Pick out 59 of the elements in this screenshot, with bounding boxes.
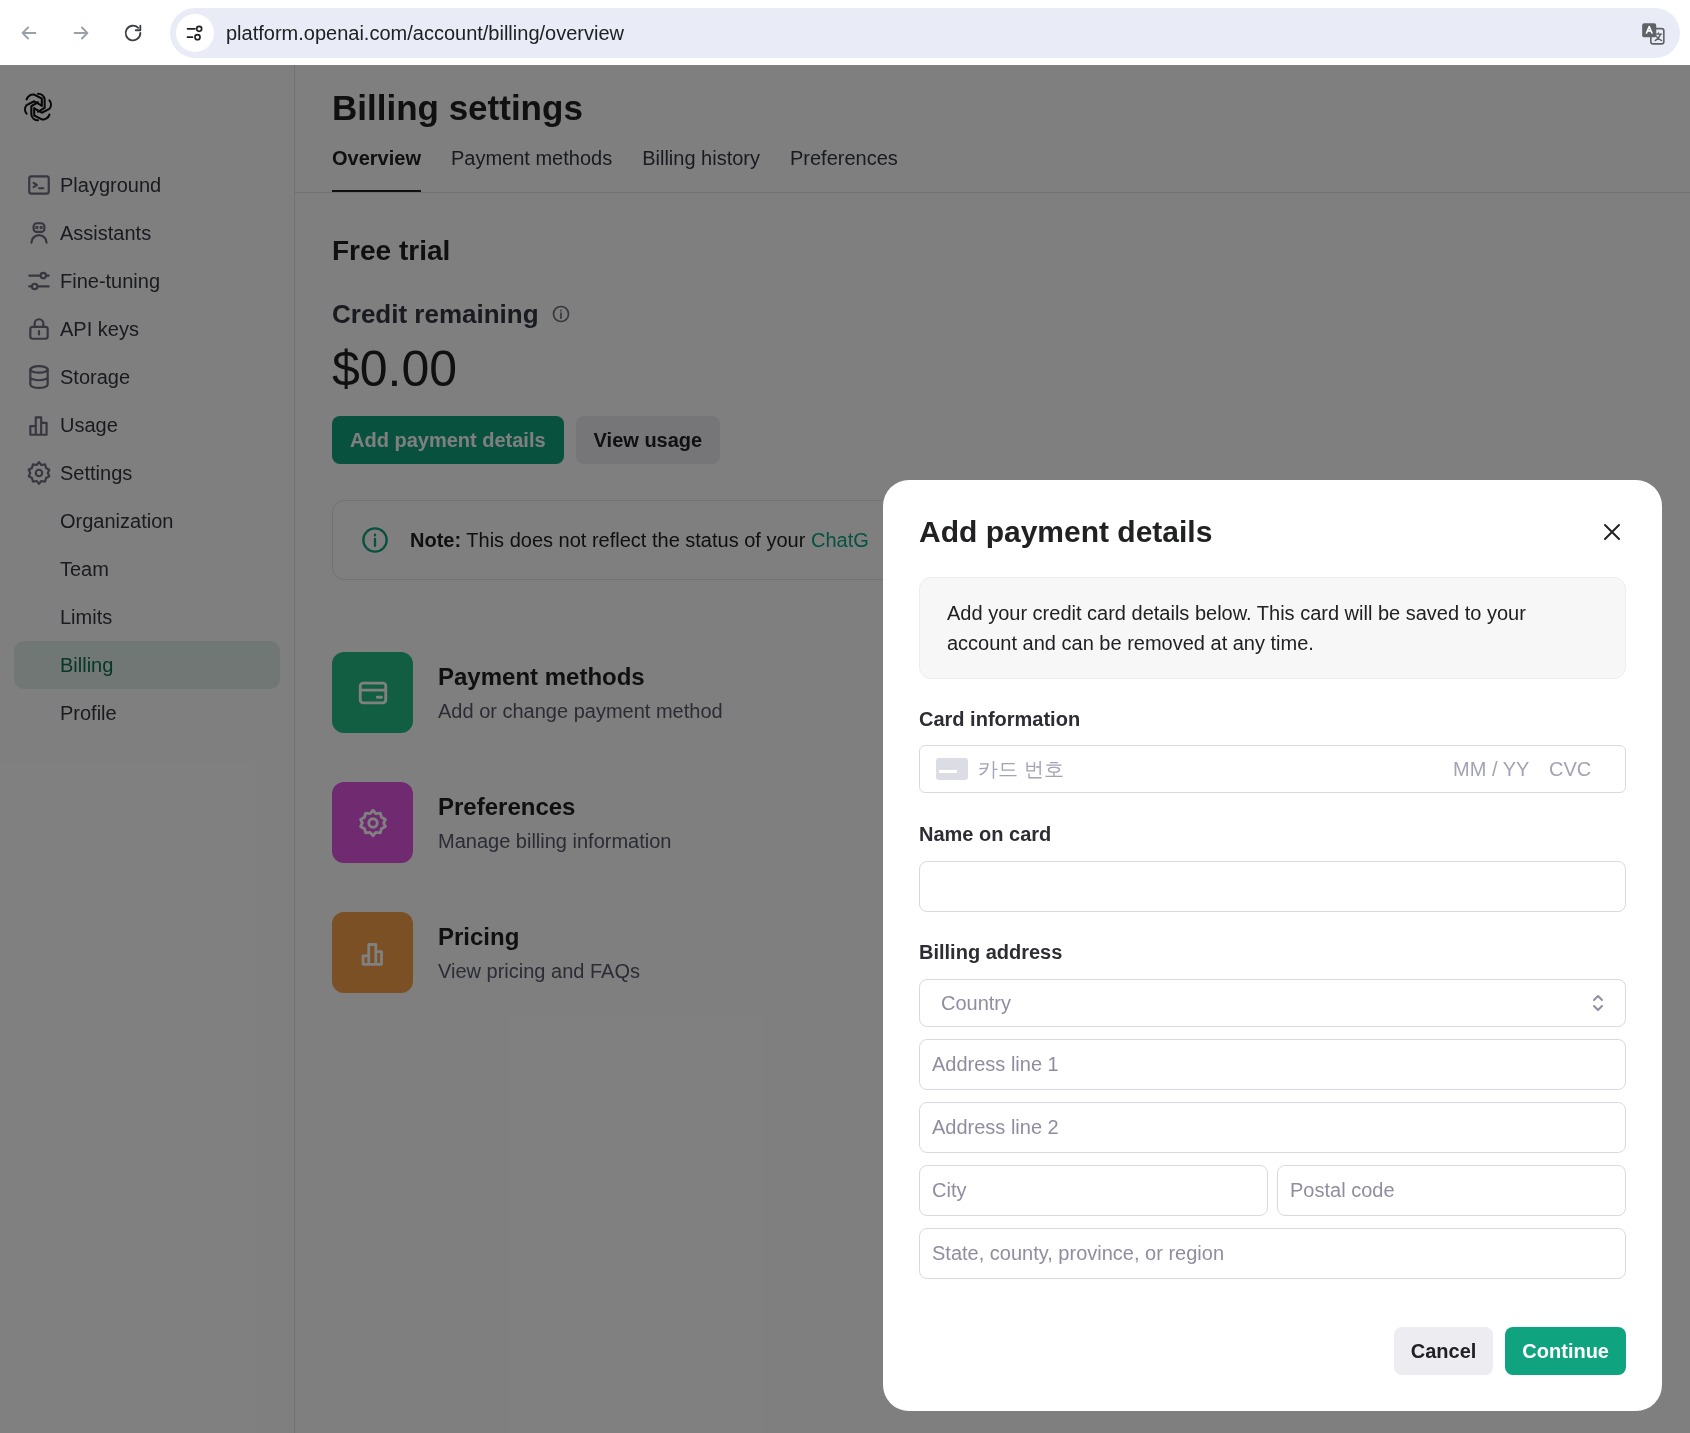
add-payment-button[interactable]: Add payment details: [332, 416, 564, 464]
terminal-icon: [26, 172, 52, 198]
card-title[interactable]: Payment methods: [438, 660, 723, 693]
info-icon: [361, 526, 389, 554]
section-heading: Free trial: [332, 234, 451, 268]
sidebar-item[interactable]: Organization: [14, 497, 280, 545]
info-icon: [550, 304, 571, 324]
card-subtitle: Manage billing information: [438, 828, 672, 854]
tab[interactable]: Preferences: [790, 136, 898, 192]
sidebar-item[interactable]: Billing: [14, 641, 280, 689]
address-input[interactable]: Address line 1: [919, 1039, 1626, 1090]
city-input[interactable]: City: [919, 1165, 1268, 1216]
lock-icon: [26, 316, 52, 342]
name-input[interactable]: [919, 861, 1626, 912]
note-text: Note: This does not reflect the status of your ChatG: [410, 528, 869, 553]
info-message: Add your credit card details below. This card will be saved to your account and can be removed at any time.: [919, 577, 1626, 679]
sidebar-item[interactable]: API keys: [14, 305, 280, 353]
card-title[interactable]: Pricing: [438, 920, 640, 953]
postal-code-input[interactable]: Postal code: [1277, 1165, 1626, 1216]
url-text: platform.openai.com/account/billing/overview: [226, 20, 625, 46]
sidebar-item[interactable]: Settings: [14, 449, 280, 497]
field-label: Billing address: [919, 940, 1064, 964]
sidebar-item[interactable]: Profile: [14, 689, 280, 737]
sidebar-item[interactable]: Storage: [14, 353, 280, 401]
view-usage-button[interactable]: View usage: [575, 416, 721, 464]
address-input[interactable]: Address line 2: [919, 1102, 1626, 1153]
credit-label: Credit remaining: [332, 298, 539, 331]
field-label: Name on card: [919, 822, 1053, 846]
site-settings-button[interactable]: [176, 13, 214, 52]
card-number-input[interactable]: 카드 번호: [978, 754, 1453, 784]
card-details-field[interactable]: 카드 번호 MM / YY CVC: [919, 745, 1626, 793]
expiry-input[interactable]: MM / YY: [1453, 754, 1541, 784]
card-subtitle: Add or change payment method: [438, 698, 723, 724]
field-label: Card information: [919, 707, 1082, 731]
chevron-updown-icon: [1591, 994, 1605, 1012]
tab[interactable]: Overview: [332, 136, 421, 192]
cancel-button[interactable]: Cancel: [1393, 1327, 1494, 1375]
card-subtitle: View pricing and FAQs: [438, 958, 640, 984]
credit-amount: $0.00: [332, 341, 458, 397]
card-title[interactable]: Preferences: [438, 790, 672, 823]
country-select[interactable]: Country: [919, 979, 1626, 1027]
database-icon: [26, 364, 52, 390]
sidebar-item[interactable]: Assistants: [14, 209, 280, 257]
card-icon: [936, 758, 968, 780]
sidebar-item[interactable]: Fine-tuning: [14, 257, 280, 305]
sidebar-item[interactable]: Team: [14, 545, 280, 593]
continue-button[interactable]: Continue: [1505, 1327, 1626, 1375]
settings-icon: [26, 460, 52, 486]
tab[interactable]: Payment methods: [450, 136, 613, 192]
page-title: Billing settings: [331, 87, 584, 129]
cvc-input[interactable]: CVC: [1549, 754, 1609, 784]
address-bar[interactable]: platform.openai.com/account/billing/overview: [170, 7, 1680, 58]
tab[interactable]: Billing history: [642, 136, 760, 192]
dialog-title: Add payment details: [919, 514, 1213, 550]
region-input[interactable]: State, county, province, or region: [919, 1228, 1626, 1279]
chatgpt-link[interactable]: ChatG: [810, 529, 869, 551]
sidebar-item[interactable]: Limits: [14, 593, 280, 641]
sidebar-item[interactable]: Playground: [14, 161, 280, 209]
sidebar-item[interactable]: Usage: [14, 401, 280, 449]
